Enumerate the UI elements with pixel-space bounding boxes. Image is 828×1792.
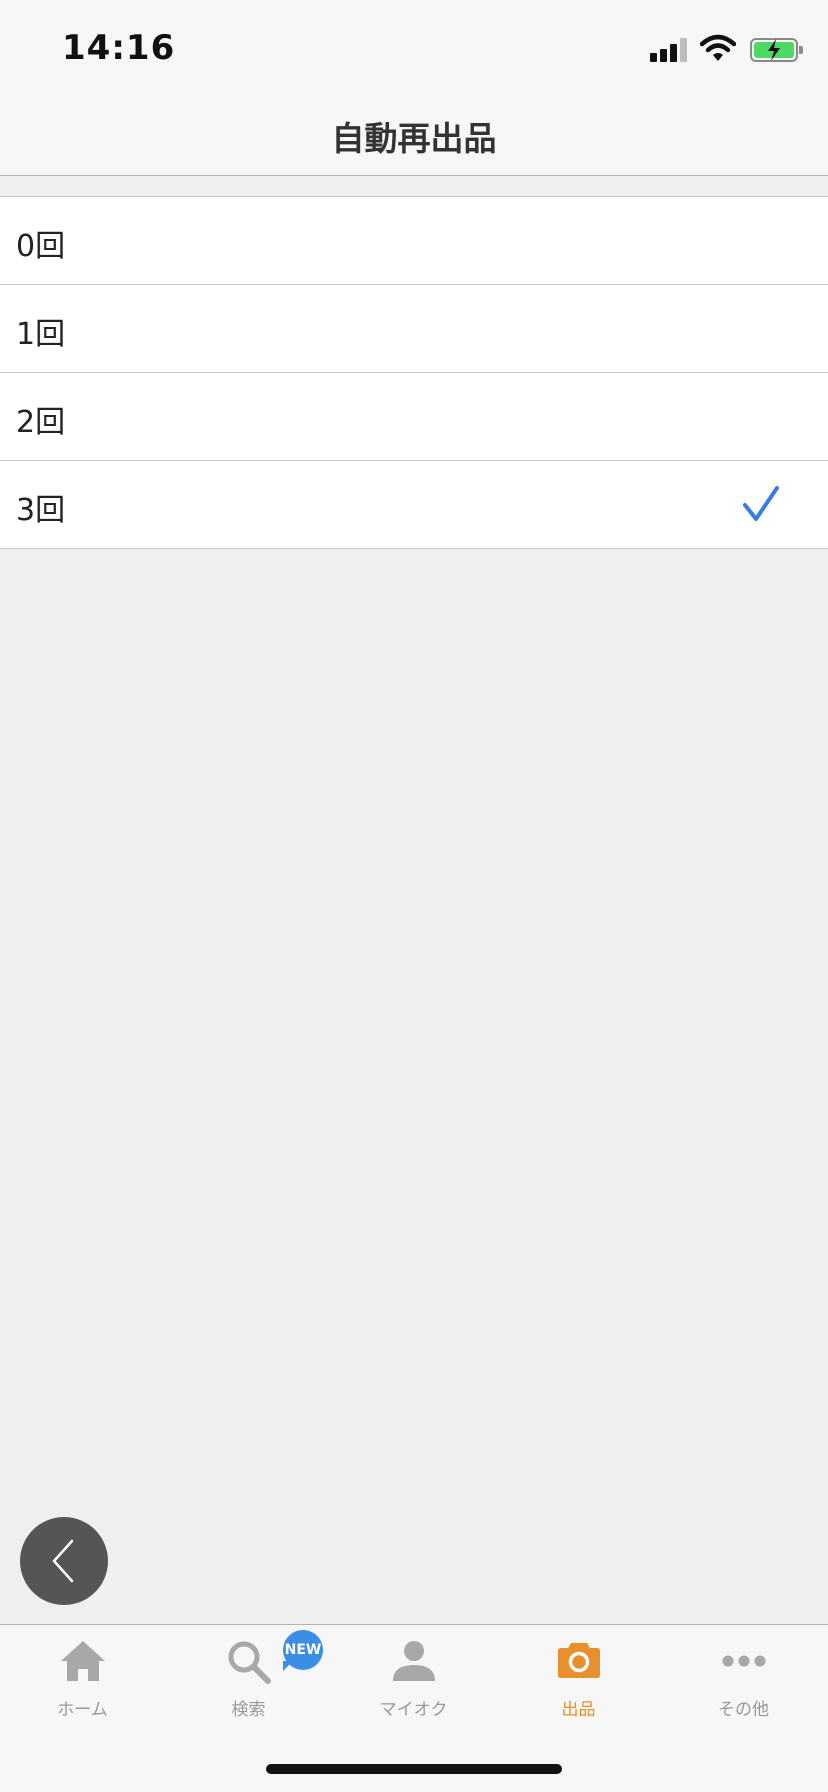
back-button[interactable] — [20, 1517, 108, 1605]
option-label: 0回 — [16, 229, 66, 264]
new-badge: NEW — [283, 1630, 323, 1670]
option-label: 3回 — [16, 493, 66, 528]
tab-label: 出品 — [561, 1700, 596, 1720]
status-time: 14:16 — [62, 28, 176, 68]
more-icon — [722, 1655, 765, 1667]
tab-label: マイオク — [379, 1700, 448, 1720]
home-icon — [60, 1641, 105, 1681]
option-row-3[interactable]: 3回 — [0, 461, 828, 549]
page-title: 自動再出品 — [331, 119, 497, 158]
option-label: 1回 — [16, 317, 66, 352]
option-row-1[interactable]: 1回 — [0, 285, 828, 373]
chevron-left-icon — [52, 1539, 74, 1583]
tab-label: ホーム — [57, 1700, 108, 1720]
home-indicator — [266, 1764, 562, 1774]
wifi-icon — [700, 34, 736, 61]
tab-home[interactable]: ホーム — [0, 1625, 165, 1725]
checkmark-icon — [743, 486, 779, 521]
search-icon — [228, 1641, 271, 1684]
battery-icon — [750, 38, 803, 62]
camera-icon — [557, 1643, 600, 1678]
status-bar: 14:16 — [0, 0, 828, 96]
cellular-signal-icon — [650, 38, 688, 62]
option-row-2[interactable]: 2回 — [0, 373, 828, 461]
tab-myauction[interactable]: マイオク — [331, 1625, 496, 1725]
tab-more[interactable]: その他 — [661, 1625, 826, 1725]
navigation-bar: 自動再出品 — [0, 96, 828, 176]
tab-label: 検索 — [231, 1700, 266, 1720]
option-row-0[interactable]: 0回 — [0, 197, 828, 285]
relist-count-options: 0回 1回 2回 3回 — [0, 196, 828, 549]
person-icon — [392, 1641, 435, 1681]
option-label: 2回 — [16, 405, 66, 440]
tab-listing[interactable]: 出品 — [496, 1625, 661, 1725]
tab-label: その他 — [718, 1700, 769, 1720]
